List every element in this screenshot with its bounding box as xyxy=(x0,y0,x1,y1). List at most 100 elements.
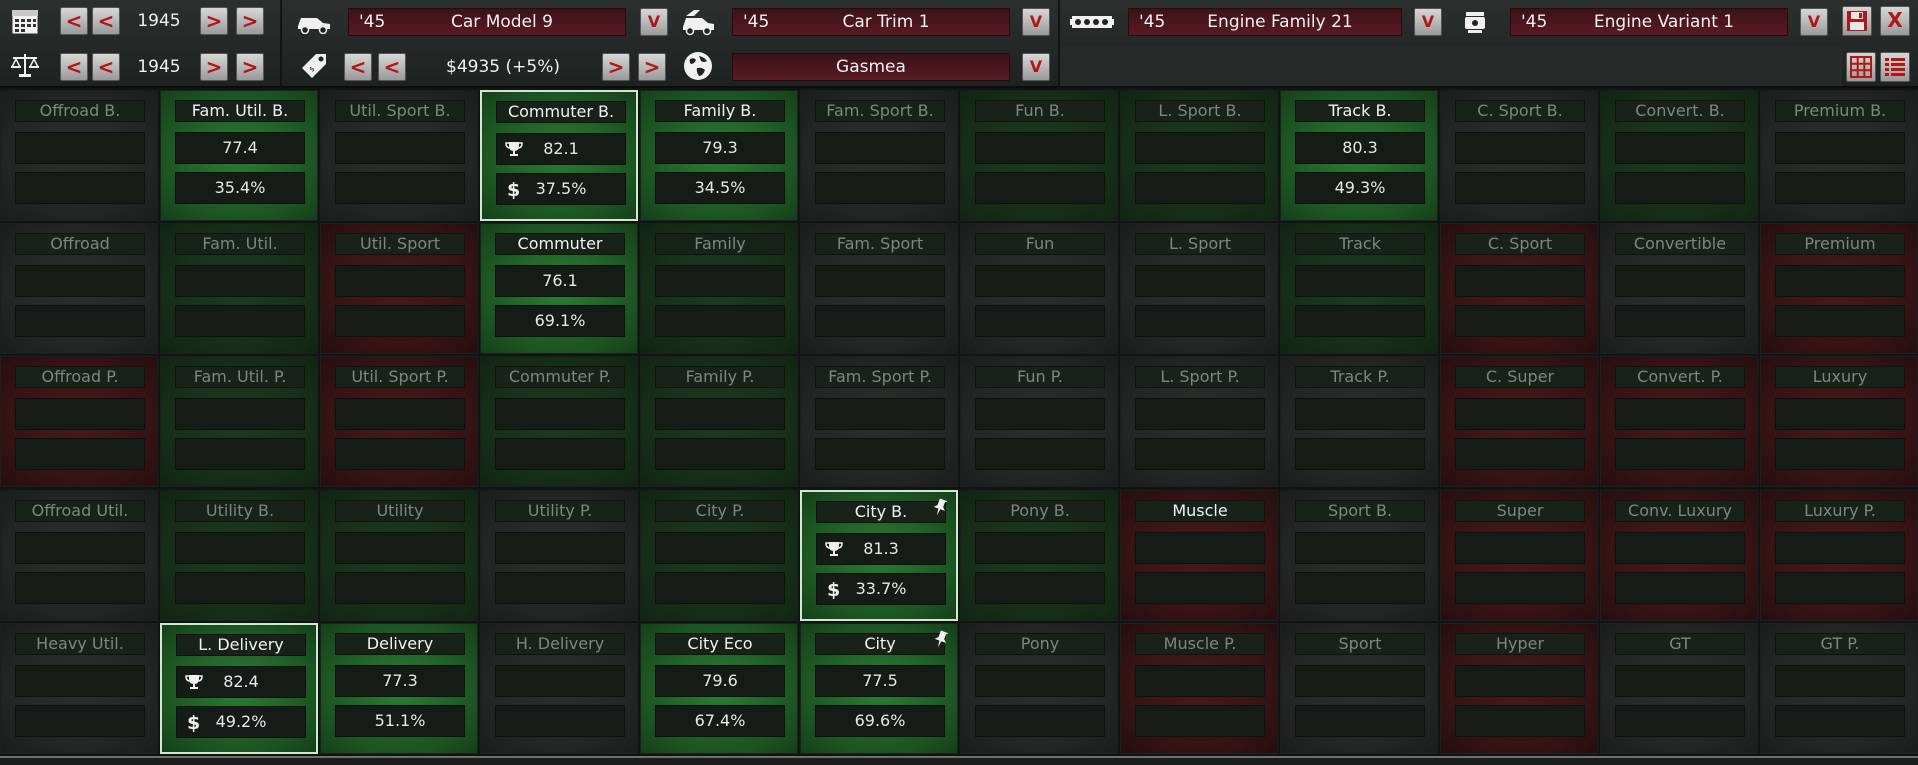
segment-cell[interactable]: Offroad B. xyxy=(0,90,158,221)
segment-cell[interactable]: C. Sport B. xyxy=(1440,90,1598,221)
segment-title: Commuter P. xyxy=(495,366,625,388)
segment-cell[interactable]: Util. Sport P. xyxy=(320,356,478,487)
segment-cell[interactable]: Pony xyxy=(960,623,1118,754)
segment-cell[interactable]: Super xyxy=(1440,490,1598,621)
year-prev-fast-button[interactable]: < xyxy=(60,7,88,35)
segment-cell[interactable]: Sport B. xyxy=(1280,490,1438,621)
segment-cell[interactable]: L. Sport P. xyxy=(1120,356,1278,487)
segment-cell[interactable]: C. Sport xyxy=(1440,223,1598,354)
segment-title: City Eco xyxy=(655,633,785,655)
segment-cell[interactable]: Fam. Sport xyxy=(800,223,958,354)
segment-cell[interactable]: L. Delivery 82.4 $49.2% xyxy=(160,623,318,754)
engine-family-dropdown-button[interactable]: V xyxy=(1414,8,1442,36)
segment-title: Fam. Sport P. xyxy=(815,366,945,388)
year-next-button[interactable]: > xyxy=(200,7,228,35)
segment-cell[interactable]: Util. Sport B. xyxy=(320,90,478,221)
engine-variant-dropdown[interactable]: '45 Engine Variant 1 xyxy=(1510,8,1788,36)
price-prev-button[interactable]: < xyxy=(378,53,406,81)
market-dropdown-button[interactable]: V xyxy=(1022,53,1050,81)
segment-cell[interactable]: City P. xyxy=(640,490,798,621)
segment-cell[interactable]: Commuter 76.1 69.1% xyxy=(480,223,638,354)
segment-cell[interactable]: GT xyxy=(1600,623,1758,754)
segment-cell[interactable]: City Eco 79.6 67.4% xyxy=(640,623,798,754)
segment-cell[interactable]: H. Delivery xyxy=(480,623,638,754)
segment-cell[interactable]: Fam. Sport B. xyxy=(800,90,958,221)
segment-cell[interactable]: C. Super xyxy=(1440,356,1598,487)
segment-cell[interactable]: Track B. 80.3 49.3% xyxy=(1280,90,1438,221)
grid-view-button[interactable] xyxy=(1846,52,1876,82)
segment-cell[interactable]: Luxury P. xyxy=(1760,490,1918,621)
segment-cell[interactable]: Muscle P. xyxy=(1120,623,1278,754)
segment-cell[interactable]: Commuter B. 82.1 $37.5% xyxy=(480,90,638,221)
segment-cell[interactable]: Luxury xyxy=(1760,356,1918,487)
eval-year-next-button[interactable]: > xyxy=(200,53,228,81)
list-view-button[interactable] xyxy=(1880,52,1910,82)
segment-cell[interactable]: Fam. Util. xyxy=(160,223,318,354)
segment-title: Fun xyxy=(975,233,1105,255)
eval-year-next-fast-button[interactable]: > xyxy=(236,53,264,81)
segment-cell[interactable]: City 77.5 69.6% xyxy=(800,623,958,754)
segment-score xyxy=(1615,132,1745,164)
pin-icon[interactable] xyxy=(930,497,950,517)
segment-cell[interactable]: Offroad xyxy=(0,223,158,354)
segment-cell[interactable]: Fam. Util. P. xyxy=(160,356,318,487)
market-dropdown[interactable]: Gasmea xyxy=(732,53,1010,81)
segment-cell[interactable]: Convert. B. xyxy=(1600,90,1758,221)
close-button[interactable]: X xyxy=(1880,6,1910,36)
segment-cell[interactable]: Util. Sport xyxy=(320,223,478,354)
save-button[interactable] xyxy=(1842,6,1872,36)
segment-cell[interactable]: Utility B. xyxy=(160,490,318,621)
segment-cell[interactable]: Commuter P. xyxy=(480,356,638,487)
segment-cell[interactable]: Offroad P. xyxy=(0,356,158,487)
toolbar-divider xyxy=(280,0,282,88)
segment-cell[interactable]: Family P. xyxy=(640,356,798,487)
car-trim-dropdown-button[interactable]: V xyxy=(1022,8,1050,36)
year-next-fast-button[interactable]: > xyxy=(236,7,264,35)
segment-cell[interactable]: City B. 81.3 $33.7% xyxy=(800,490,958,621)
segment-cell[interactable]: GT P. xyxy=(1760,623,1918,754)
segment-cell[interactable]: Muscle xyxy=(1120,490,1278,621)
trophy-icon xyxy=(183,667,205,697)
price-next-button[interactable]: > xyxy=(602,53,630,81)
segment-cell[interactable]: Premium xyxy=(1760,223,1918,354)
eval-year-prev-fast-button[interactable]: < xyxy=(60,53,88,81)
pin-icon[interactable] xyxy=(931,629,951,649)
eval-year-prev-button[interactable]: < xyxy=(92,53,120,81)
segment-cell[interactable]: Offroad Util. xyxy=(0,490,158,621)
segment-cell[interactable]: Fam. Util. B. 77.4 35.4% xyxy=(160,90,318,221)
segment-cell[interactable]: Hyper xyxy=(1440,623,1598,754)
year-prev-button[interactable]: < xyxy=(92,7,120,35)
car-model-dropdown-button[interactable]: V xyxy=(640,8,668,36)
segment-cell[interactable]: Pony B. xyxy=(960,490,1118,621)
segment-cell[interactable]: L. Sport xyxy=(1120,223,1278,354)
segment-cell[interactable]: Family xyxy=(640,223,798,354)
segment-cell[interactable]: Utility xyxy=(320,490,478,621)
segment-share xyxy=(1135,438,1265,470)
segment-cell[interactable]: Premium B. xyxy=(1760,90,1918,221)
price-prev-fast-button[interactable]: < xyxy=(344,53,372,81)
segment-cell[interactable]: Delivery 77.3 51.1% xyxy=(320,623,478,754)
segment-score xyxy=(975,265,1105,297)
segment-cell[interactable]: Track xyxy=(1280,223,1438,354)
engine-variant-dropdown-button[interactable]: V xyxy=(1800,8,1828,36)
segment-cell[interactable]: Convert. P. xyxy=(1600,356,1758,487)
segment-cell[interactable]: Fun P. xyxy=(960,356,1118,487)
segment-cell[interactable]: L. Sport B. xyxy=(1120,90,1278,221)
segment-cell[interactable]: Family B. 79.3 34.5% xyxy=(640,90,798,221)
segment-share xyxy=(1135,572,1265,604)
car-trim-dropdown[interactable]: '45 Car Trim 1 xyxy=(732,8,1010,36)
segment-cell[interactable]: Sport xyxy=(1280,623,1438,754)
segment-cell[interactable]: Track P. xyxy=(1280,356,1438,487)
segment-cell[interactable]: Utility P. xyxy=(480,490,638,621)
car-model-dropdown[interactable]: '45 Car Model 9 xyxy=(348,8,626,36)
segment-cell[interactable]: Heavy Util. xyxy=(0,623,158,754)
segment-cell[interactable]: Fam. Sport P. xyxy=(800,356,958,487)
engine-family-dropdown[interactable]: '45 Engine Family 21 xyxy=(1128,8,1402,36)
close-icon: X xyxy=(1887,8,1903,32)
segment-cell[interactable]: Conv. Luxury xyxy=(1600,490,1758,621)
segment-cell[interactable]: Fun B. xyxy=(960,90,1118,221)
segment-title: Utility xyxy=(335,500,465,522)
price-next-fast-button[interactable]: > xyxy=(638,53,666,81)
segment-cell[interactable]: Convertible xyxy=(1600,223,1758,354)
segment-cell[interactable]: Fun xyxy=(960,223,1118,354)
